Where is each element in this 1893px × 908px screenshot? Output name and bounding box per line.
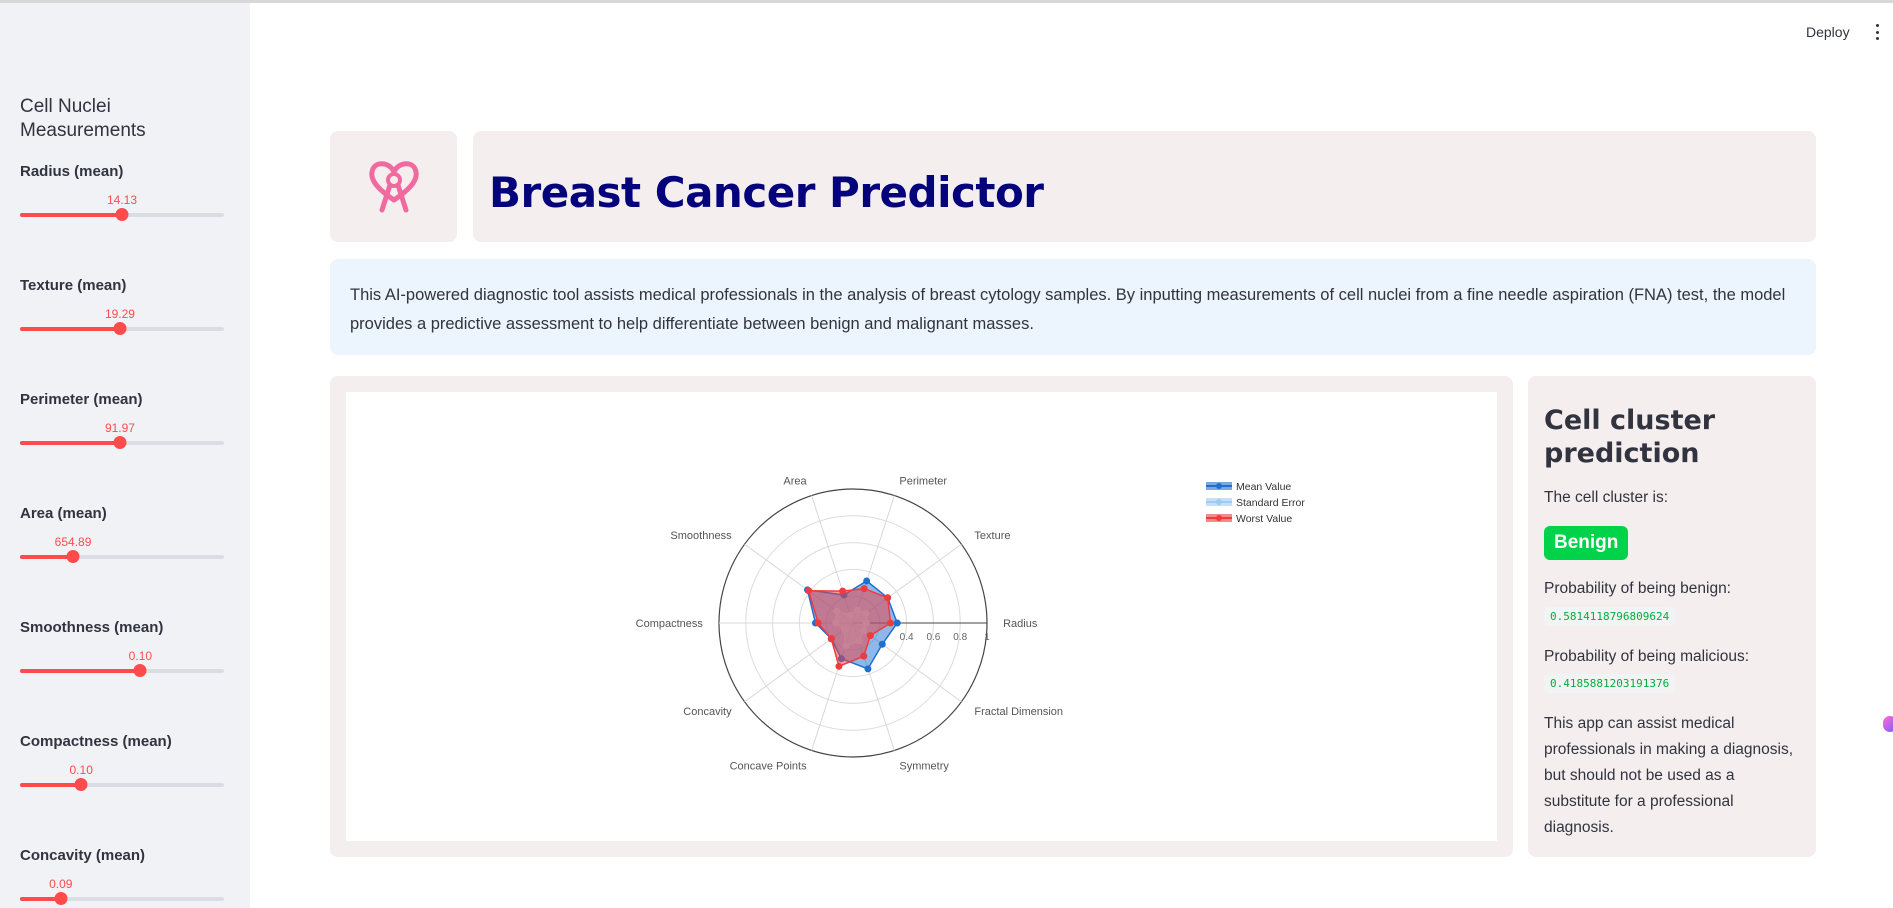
slider-fill (20, 327, 120, 331)
axis-label-compactness: Compactness (636, 618, 704, 630)
result-badge: Benign (1544, 526, 1629, 560)
slider-track[interactable] (20, 436, 224, 449)
series-point (866, 632, 874, 640)
chart-card: 0.4 0.6 0.8 1 Radius Texture Perimeter Area Smoo… (330, 376, 1513, 857)
ribbon-heart-icon (368, 160, 419, 212)
prediction-title: Cell cluster prediction (1544, 405, 1716, 469)
top-border (0, 0, 1893, 3)
benign-label: Probability of being benign: (1544, 580, 1731, 597)
series-point (884, 594, 892, 602)
axis-label-texture: Texture (974, 530, 1010, 542)
sidebar-title: Cell Nuclei Measurements (20, 96, 146, 141)
slider-value: 14.13 (106, 193, 138, 207)
cluster-label: The cell cluster is: (1544, 489, 1669, 506)
title-card: Breast Cancer Predictor (473, 131, 1816, 242)
slider-value: 654.89 (54, 535, 92, 549)
series-point (839, 587, 847, 595)
logo-card (330, 131, 457, 242)
slider-fill (20, 555, 74, 559)
series-point (835, 662, 843, 670)
slider-fill (20, 213, 122, 217)
slider-label: Smoothness (mean) (20, 619, 164, 636)
axis-label-radius: Radius (1003, 618, 1038, 630)
prediction-card: Cell cluster prediction The cell cluster… (1528, 376, 1816, 857)
legend-marker (1216, 515, 1222, 521)
description-box: This AI-powered diagnostic tool assists … (330, 259, 1816, 355)
series-point (860, 652, 868, 660)
legend-marker (1216, 499, 1222, 505)
deploy-button[interactable]: Deploy (1806, 24, 1850, 40)
slider-thumb[interactable] (133, 664, 147, 677)
axis-label-concave-points: Concave Points (730, 761, 808, 773)
radial-tick-label: 1 (984, 632, 990, 643)
axis-label-fractal-dimension: Fractal Dimension (974, 706, 1063, 718)
slider-thumb[interactable] (54, 892, 68, 905)
axis-label-area: Area (783, 475, 807, 487)
axis-label-concavity: Concavity (683, 706, 732, 718)
legend-label: Mean Value (1236, 481, 1291, 493)
series-point (863, 577, 871, 585)
series-point (887, 619, 895, 627)
axis-label-perimeter: Perimeter (899, 475, 947, 487)
benign-probability: 0.5814118796809624 (1544, 607, 1676, 626)
slider-fill (20, 441, 120, 445)
slider-radius-mean[interactable]: Radius (mean) 14.13 (20, 163, 224, 243)
slider-value: 0.10 (69, 763, 93, 777)
legend-label: Standard Error (1236, 497, 1305, 509)
slider-track[interactable] (20, 664, 224, 677)
slider-area-mean[interactable]: Area (mean) 654.89 (20, 505, 224, 585)
slider-track[interactable] (20, 778, 224, 791)
series-point (860, 585, 868, 593)
main-menu-icon[interactable] (1874, 24, 1880, 40)
radar-chart-svg: 0.4 0.6 0.8 1 Radius Texture Perimeter Area Smoo… (636, 475, 1306, 773)
series-point (814, 619, 822, 627)
slider-label: Compactness (mean) (20, 733, 172, 750)
series-point (893, 619, 901, 627)
slider-texture-mean[interactable]: Texture (mean) 19.29 (20, 277, 224, 357)
slider-compactness-mean[interactable]: Compactness (mean) 0.10 (20, 733, 224, 813)
slider-concavity-mean[interactable]: Concavity (mean) 0.09 (20, 847, 224, 908)
slider-track[interactable] (20, 892, 224, 905)
slider-fill (20, 783, 82, 787)
series-point (878, 640, 886, 648)
slider-label: Radius (mean) (20, 163, 124, 180)
legend-label: Worst Value (1236, 513, 1292, 525)
slider-value: 19.29 (104, 307, 135, 321)
disclaimer-text: This app can assist medical professional… (1544, 715, 1793, 836)
slider-label: Area (mean) (20, 505, 107, 522)
axis-label-smoothness: Smoothness (670, 530, 732, 542)
slider-thumb[interactable] (74, 778, 88, 791)
slider-track[interactable] (20, 550, 224, 563)
slider-label: Perimeter (mean) (20, 391, 143, 408)
series-point (805, 587, 813, 595)
slider-value: 91.97 (104, 421, 135, 435)
slider-thumb[interactable] (113, 322, 127, 335)
axis-label-symmetry: Symmetry (899, 761, 949, 773)
slider-track[interactable] (20, 322, 224, 335)
malicious-label: Probability of being malicious: (1544, 648, 1750, 665)
slider-smoothness-mean[interactable]: Smoothness (mean) 0.10 (20, 619, 224, 699)
slider-value: 0.09 (49, 877, 73, 891)
radar-chart: 0.4 0.6 0.8 1 Radius Texture Perimeter Area Smoo… (346, 392, 1497, 841)
slider-thumb[interactable] (113, 436, 127, 449)
sidebar: Cell Nuclei Measurements Radius (mean) 14… (0, 3, 250, 908)
slider-perimeter-mean[interactable]: Perimeter (mean) 91.97 (20, 391, 224, 471)
slider-thumb[interactable] (66, 550, 80, 563)
floating-widget-icon[interactable] (1883, 716, 1893, 732)
slider-track[interactable] (20, 208, 224, 221)
radial-tick-label: 0.6 (926, 632, 940, 643)
slider-thumb[interactable] (115, 208, 129, 221)
series-point (827, 635, 835, 643)
slider-label: Concavity (mean) (20, 847, 146, 864)
legend-marker (1216, 483, 1222, 489)
radial-tick-label: 0.4 (900, 632, 914, 643)
slider-fill (20, 669, 141, 673)
description-text: This AI-powered diagnostic tool assists … (350, 286, 1786, 333)
page-title: Breast Cancer Predictor (489, 168, 1044, 217)
radial-tick-label: 0.8 (953, 632, 967, 643)
slider-value: 0.10 (128, 649, 153, 663)
slider-label: Texture (mean) (20, 277, 127, 294)
series-point (864, 665, 872, 673)
malicious-probability: 0.4185881203191376 (1544, 674, 1676, 693)
